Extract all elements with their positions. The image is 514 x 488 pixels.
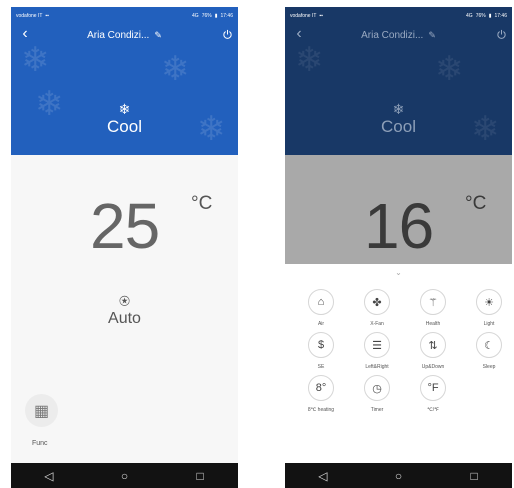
function-label: Air <box>317 321 325 327</box>
nav-back-icon[interactable]: ◁ <box>311 469 335 483</box>
phone-screen-left: ❄ ❄ ❄ ❄ vodafone IT ▪▪ 4G 76% ▮ 17:46 ‹ … <box>11 7 238 488</box>
snowflake-decoration-icon: ❄ <box>435 50 464 88</box>
battery-icon: ▮ <box>214 12 218 19</box>
chevron-down-icon: ⌄ <box>395 268 402 277</box>
function-up-down[interactable]: ⇅ Up&Down <box>405 332 461 372</box>
function-x-fan[interactable]: ✤ X-Fan <box>349 289 405 329</box>
function-label: ℃/℉ <box>427 407 439 413</box>
snowflake-decoration-icon: ❄ <box>21 41 50 79</box>
function-label: Sleep <box>482 364 496 370</box>
grid-icon: ▦ <box>33 402 50 420</box>
notification-icon: ▪▪ <box>319 12 323 19</box>
function-left-right[interactable]: ☰ Left&Right <box>349 332 405 372</box>
fan-speed-display[interactable]: ⍟ Auto <box>11 292 238 328</box>
function-label: X-Fan <box>370 321 384 327</box>
function-label: Left&Right <box>365 364 389 370</box>
phone-screen-right: ❄ ❄ ❄ vodafone IT ▪▪ 4G 76% ▮ 17:46 ‹ Ar… <box>285 7 512 488</box>
power-icon[interactable] <box>222 29 233 40</box>
signal-label: 4G <box>192 12 199 19</box>
snowflake-decoration-icon: ❄ <box>295 41 324 79</box>
signal-label: 4G <box>466 12 473 19</box>
function-8c-heating[interactable]: 8° 8℃ heating <box>293 375 349 415</box>
function-health[interactable]: ⚚ Health <box>405 289 461 329</box>
pencil-icon: ✎ <box>154 29 162 40</box>
function-se[interactable]: $ SE <box>293 332 349 372</box>
mode-label: Cool <box>381 117 416 136</box>
function-label: Light <box>483 321 495 327</box>
fan-speed-label: Auto <box>108 310 141 327</box>
left-right-swing-icon: ☰ <box>364 332 390 358</box>
edit-name-button[interactable]: ✎ <box>428 30 436 41</box>
snowflake-decoration-icon: ❄ <box>161 50 190 88</box>
function-light[interactable]: ☀ Light <box>461 289 512 329</box>
device-title: Aria Condizi... <box>361 29 424 41</box>
temperature-unit: °C <box>465 193 487 214</box>
function-label: 8℃ heating <box>307 407 335 413</box>
edit-name-button[interactable]: ✎ <box>154 30 162 41</box>
notification-icon: ▪▪ <box>45 12 49 19</box>
chevron-left-icon: ‹ <box>22 25 28 42</box>
battery-label: 76% <box>475 12 486 19</box>
fan-icon: ⍟ <box>119 291 130 311</box>
nav-recent-icon[interactable]: □ <box>188 469 212 483</box>
back-button[interactable]: ‹ <box>291 25 307 43</box>
se-icon: $ <box>308 332 334 358</box>
function-air[interactable]: ⌂ Air <box>293 289 349 329</box>
light-icon: ☀ <box>476 289 502 315</box>
function-label: Up&Down <box>421 364 445 370</box>
function-label: Health <box>425 321 441 327</box>
temperature-unit-icon: °F <box>420 375 446 401</box>
temperature-value[interactable]: 25 <box>90 194 160 258</box>
function-grid: ⌂ Air ✤ X-Fan ⚚ Health ☀ Light $ SE ☰ Le… <box>293 289 512 415</box>
title-row: ‹ Aria Condizi... ✎ <box>285 23 512 47</box>
status-bar: vodafone IT ▪▪ 4G 76% ▮ 17:46 <box>285 7 512 24</box>
chevron-left-icon: ‹ <box>296 25 302 42</box>
mode-label: Cool <box>107 117 142 136</box>
power-icon[interactable] <box>496 29 507 40</box>
function-temperature-unit[interactable]: °F ℃/℉ <box>405 375 461 415</box>
collapse-panel-button[interactable]: ⌄ <box>285 268 512 277</box>
snowflake-icon: ❄ <box>392 101 405 117</box>
function-label: SE <box>317 364 325 370</box>
heating-icon: 8° <box>308 375 334 401</box>
function-label: Timer <box>370 407 384 413</box>
back-button[interactable]: ‹ <box>17 25 33 43</box>
navigation-bar: ◁ ○ □ <box>11 463 238 488</box>
battery-label: 76% <box>201 12 212 19</box>
func-button[interactable]: ▦ <box>25 394 58 427</box>
function-sleep[interactable]: ☾ Sleep <box>461 332 512 372</box>
mode-display[interactable]: ❄ Cool <box>285 102 512 137</box>
pencil-icon: ✎ <box>428 29 436 40</box>
carrier-label: vodafone IT <box>290 12 317 19</box>
clock: 17:46 <box>494 12 507 19</box>
nav-home-icon[interactable]: ○ <box>112 469 136 483</box>
carrier-label: vodafone IT <box>16 12 43 19</box>
title-row: ‹ Aria Condizi... ✎ <box>11 23 238 47</box>
fan-icon: ✤ <box>364 289 390 315</box>
snowflake-icon: ❄ <box>118 101 131 117</box>
status-bar: vodafone IT ▪▪ 4G 76% ▮ 17:46 <box>11 7 238 24</box>
health-icon: ⚚ <box>420 289 446 315</box>
temperature-value[interactable]: 16 <box>364 194 434 258</box>
nav-home-icon[interactable]: ○ <box>386 469 410 483</box>
function-timer[interactable]: ◷ Timer <box>349 375 405 415</box>
device-title: Aria Condizi... <box>87 29 150 41</box>
timer-icon: ◷ <box>364 375 390 401</box>
up-down-swing-icon: ⇅ <box>420 332 446 358</box>
nav-recent-icon[interactable]: □ <box>462 469 486 483</box>
clock: 17:46 <box>220 12 233 19</box>
battery-icon: ▮ <box>488 12 492 19</box>
sleep-icon: ☾ <box>476 332 502 358</box>
function-panel: ⌄ ⌂ Air ✤ X-Fan ⚚ Health ☀ Light $ SE ☰ … <box>285 264 512 464</box>
temperature-unit: °C <box>191 193 213 214</box>
mode-display[interactable]: ❄ Cool <box>11 102 238 137</box>
air-icon: ⌂ <box>308 289 334 315</box>
navigation-bar: ◁ ○ □ <box>285 463 512 488</box>
func-label: Func <box>32 440 48 447</box>
nav-back-icon[interactable]: ◁ <box>37 469 61 483</box>
